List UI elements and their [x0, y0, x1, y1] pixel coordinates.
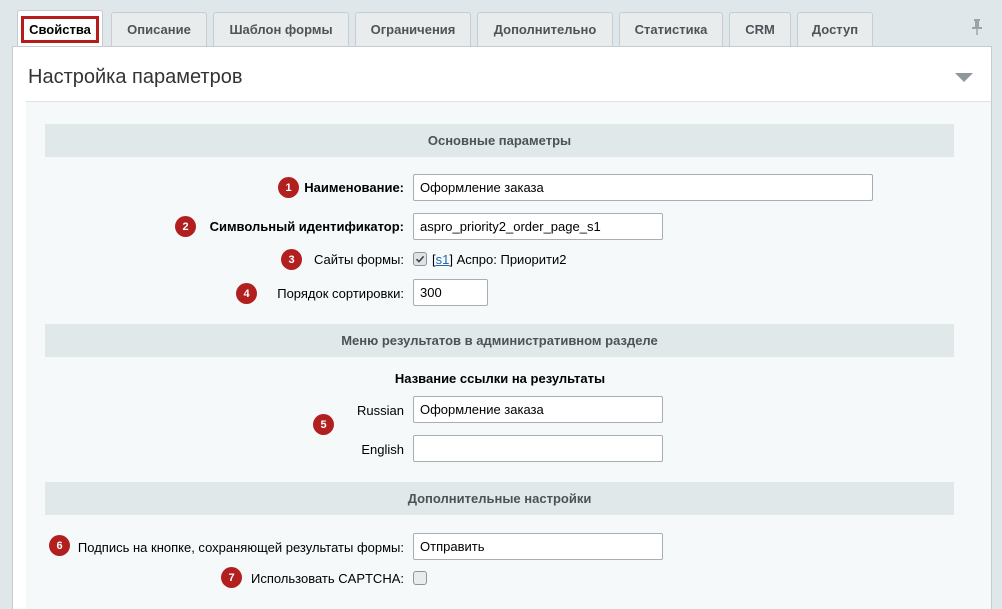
- button-caption-label: Подпись на кнопке, сохраняющей результат…: [77, 540, 404, 555]
- captcha-label: Использовать CAPTCHA:: [250, 571, 404, 586]
- badge-7: 7: [221, 567, 242, 588]
- badge-4: 4: [236, 283, 257, 304]
- button-caption-input[interactable]: Отправить: [413, 533, 663, 560]
- tab-bar: Свойства Описание Шаблон формы Ограничен…: [0, 0, 1002, 47]
- results-link-subtitle: Название ссылки на результаты: [394, 371, 606, 386]
- name-input[interactable]: Оформление заказа: [413, 174, 873, 201]
- tab-properties-label: Свойства: [21, 15, 99, 43]
- sites-label: Сайты формы:: [314, 252, 404, 267]
- badge-3: 3: [281, 249, 302, 270]
- code-label: Символьный идентификатор:: [209, 219, 404, 234]
- russian-input[interactable]: Оформление заказа: [413, 396, 663, 423]
- checkmark-icon: [415, 255, 425, 263]
- english-input[interactable]: [413, 435, 663, 462]
- site-name: Аспро: Приорити2: [456, 252, 567, 267]
- collapse-toggle-icon[interactable]: [955, 73, 973, 82]
- tab-additional[interactable]: Дополнительно: [477, 12, 613, 46]
- section-extra-header: Дополнительные настройки: [45, 482, 954, 515]
- badge-1: 1: [278, 177, 299, 198]
- russian-label: Russian: [357, 403, 404, 418]
- sort-label: Порядок сортировки:: [277, 286, 404, 301]
- tab-access[interactable]: Доступ: [797, 12, 873, 46]
- page-title: Настройка параметров: [28, 66, 243, 88]
- tab-statistics[interactable]: Статистика: [619, 12, 723, 46]
- code-input[interactable]: aspro_priority2_order_page_s1: [413, 213, 663, 240]
- name-label: Наименование:: [304, 180, 404, 195]
- site-label: [s1] Аспро: Приорити2: [432, 252, 567, 267]
- section-main-header: Основные параметры: [45, 124, 954, 157]
- captcha-checkbox[interactable]: [413, 571, 427, 585]
- badge-2: 2: [175, 216, 196, 237]
- badge-5: 5: [313, 414, 334, 435]
- site-s1-checkbox[interactable]: [413, 252, 427, 266]
- tab-form-template[interactable]: Шаблон формы: [213, 12, 349, 46]
- section-menu-header: Меню результатов в административном разд…: [45, 324, 954, 357]
- site-s1-link[interactable]: s1: [436, 252, 450, 267]
- tab-restrictions[interactable]: Ограничения: [355, 12, 471, 46]
- badge-6: 6: [49, 535, 70, 556]
- english-label: English: [361, 442, 404, 457]
- tab-properties[interactable]: Свойства: [17, 10, 103, 47]
- sort-input[interactable]: 300: [413, 279, 488, 306]
- tab-description[interactable]: Описание: [111, 12, 207, 46]
- tab-crm[interactable]: CRM: [729, 12, 791, 46]
- pin-icon[interactable]: [969, 18, 985, 36]
